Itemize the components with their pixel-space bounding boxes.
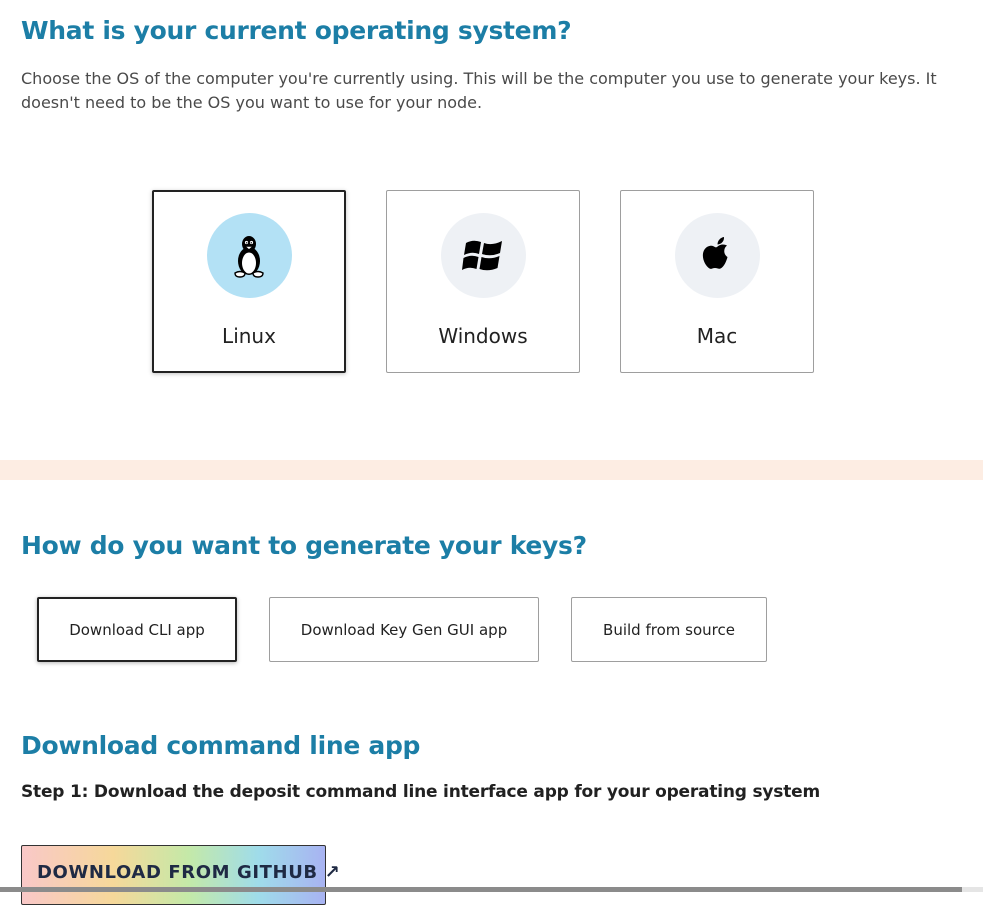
linux-penguin-icon [234, 235, 264, 278]
apple-logo-icon [702, 236, 728, 269]
os-option-label: Linux [222, 324, 276, 348]
download-from-github-button[interactable]: DOWNLOAD FROM GITHUB ↗ [21, 845, 340, 905]
section-divider-band [0, 460, 983, 480]
linux-icon-circle [206, 213, 292, 298]
windows-icon-circle [440, 213, 526, 298]
method-option-cli[interactable]: Download CLI app [37, 597, 237, 662]
os-option-linux[interactable]: Linux [152, 190, 346, 373]
os-option-label: Mac [696, 324, 738, 348]
os-section-description: Choose the OS of the computer you're cur… [21, 69, 937, 112]
horizontal-scrollbar[interactable] [0, 887, 983, 892]
os-option-label: Windows [438, 324, 528, 348]
method-option-gui[interactable]: Download Key Gen GUI app [269, 597, 539, 662]
mac-icon-circle [674, 213, 760, 298]
scrollbar-thumb[interactable] [0, 887, 962, 892]
os-option-windows[interactable]: Windows [386, 190, 580, 373]
method-option-source[interactable]: Build from source [571, 597, 767, 662]
os-section-title: What is your current operating system? [21, 16, 572, 45]
cli-section-title: Download command line app [21, 731, 421, 760]
download-button-label: DOWNLOAD FROM GITHUB ↗ [37, 862, 341, 883]
step-1-text: Step 1: Download the deposit command lin… [21, 782, 820, 802]
os-option-mac[interactable]: Mac [620, 190, 814, 373]
method-section-title: How do you want to generate your keys? [21, 531, 587, 560]
windows-logo-icon [462, 240, 502, 270]
